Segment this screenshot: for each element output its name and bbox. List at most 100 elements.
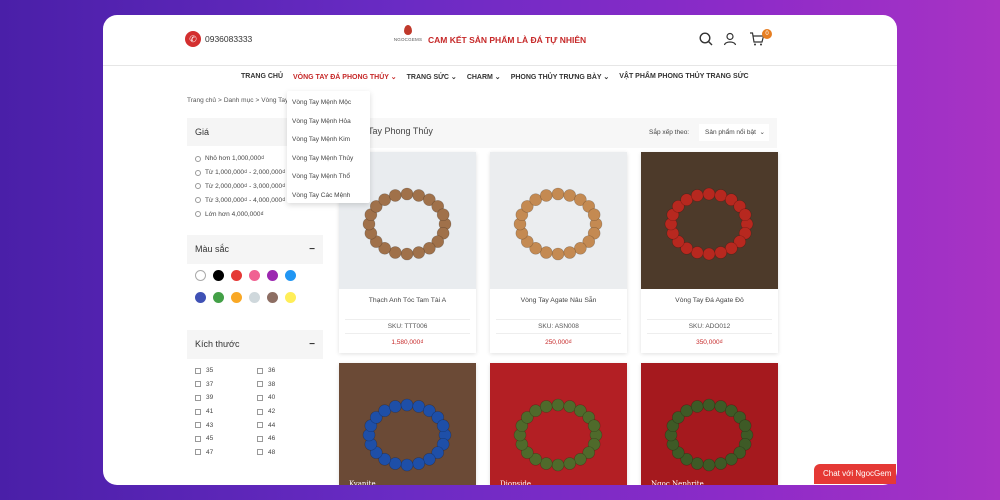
size-filter-header[interactable]: Kích thước − xyxy=(187,330,323,359)
product-name[interactable]: Vòng Tay Agate Nâu Sẫn xyxy=(490,297,627,319)
size-option[interactable]: 39 xyxy=(195,392,257,404)
color-swatch[interactable] xyxy=(249,270,260,281)
product-card[interactable]: Ngoc Nephrite xyxy=(641,363,778,485)
hotline[interactable]: ✆ 0936083333 xyxy=(185,31,252,47)
color-swatch[interactable] xyxy=(267,292,278,303)
header-slogan: CAM KẾT SẢN PHẨM LÀ ĐÁ TỰ NHIÊN xyxy=(428,35,587,45)
product-name[interactable]: Vòng Tay Đá Agate Đỏ xyxy=(641,297,778,319)
color-swatch[interactable] xyxy=(267,270,278,281)
size-option[interactable]: 48 xyxy=(257,447,319,459)
product-image[interactable] xyxy=(641,152,778,289)
user-icon[interactable] xyxy=(722,31,738,47)
size-option[interactable]: 42 xyxy=(257,406,319,418)
sort-value: Sản phẩm nổi bật xyxy=(705,129,756,136)
size-filter-panel: Kích thước − 35 36 37 38 39 40 41 42 43 44 45 46 47 4… xyxy=(187,330,323,465)
radio-icon xyxy=(195,197,201,204)
image-caption: Diopside xyxy=(500,480,532,485)
color-swatch[interactable] xyxy=(231,270,242,281)
nav-dropdown-menu: Vòng Tay Mệnh Mộc Vòng Tay Mệnh Hỏa Vòng… xyxy=(287,91,370,203)
checkbox-icon xyxy=(195,449,201,456)
product-image[interactable]: Ngoc Nephrite xyxy=(641,363,778,485)
size-label: 39 xyxy=(206,394,214,402)
product-card[interactable]: Kyanite xyxy=(339,363,476,485)
nav-charm[interactable]: CHARM ⌄ xyxy=(467,73,501,81)
color-swatch[interactable] xyxy=(195,270,206,281)
product-card[interactable]: Vòng Tay Agate Nâu Sẫn SKU: ASN008 250,000… xyxy=(490,152,627,353)
size-option[interactable]: 47 xyxy=(195,447,257,459)
dropdown-item-hoa[interactable]: Vòng Tay Mệnh Hỏa xyxy=(287,113,370,132)
product-image[interactable]: Diopside xyxy=(490,363,627,485)
product-image[interactable]: Kyanite xyxy=(339,363,476,485)
collapse-icon[interactable]: − xyxy=(309,244,315,255)
size-option[interactable]: 46 xyxy=(257,433,319,445)
image-caption: Ngoc Nephrite xyxy=(651,480,704,485)
price-option-label: Nhỏ hơn 1,000,000₫ xyxy=(205,155,265,163)
color-swatch[interactable] xyxy=(195,292,206,303)
product-card[interactable]: Diopside xyxy=(490,363,627,485)
size-option[interactable]: 38 xyxy=(257,379,319,391)
product-name[interactable]: Thạch Anh Tóc Tam Tài A xyxy=(339,297,476,319)
color-swatch[interactable] xyxy=(213,270,224,281)
chat-button[interactable]: Chat với NgocGem xyxy=(814,464,896,484)
nav-bracelets[interactable]: VÒNG TAY ĐÁ PHONG THỦY ⌄ xyxy=(293,73,397,81)
checkbox-icon xyxy=(257,381,263,388)
breadcrumb-category[interactable]: Danh mục xyxy=(224,97,254,104)
price-option-label: Từ 1,000,000₫ - 2,000,000₫ xyxy=(205,169,286,177)
size-label: 42 xyxy=(268,408,276,416)
checkbox-icon xyxy=(195,435,201,442)
browser-window: ✆ 0936083333 NGOCGEMS CAM KẾT SẢN PHẨM L… xyxy=(103,15,897,485)
color-swatch[interactable] xyxy=(285,270,296,281)
collapse-icon[interactable]: − xyxy=(309,339,315,350)
nav-jewelry[interactable]: TRANG SỨC ⌄ xyxy=(407,73,457,81)
size-option[interactable]: 45 xyxy=(195,433,257,445)
checkbox-icon xyxy=(257,394,263,401)
size-options: 35 36 37 38 39 40 41 42 43 44 45 46 47 48 xyxy=(187,359,323,465)
breadcrumb-current: Vòng Tay xyxy=(261,97,289,104)
size-label: 46 xyxy=(268,435,276,443)
size-label: 47 xyxy=(206,448,214,456)
size-label: 38 xyxy=(268,380,276,388)
dropdown-item-kim[interactable]: Vòng Tay Mệnh Kim xyxy=(287,131,370,150)
dropdown-item-cac-menh[interactable]: Vòng Tay Các Mệnh xyxy=(287,187,370,206)
nav-fengshui-display[interactable]: PHONG THỦY TRƯNG BÀY ⌄ xyxy=(511,73,610,81)
size-option[interactable]: 40 xyxy=(257,392,319,404)
dropdown-item-tho[interactable]: Vòng Tay Mệnh Thổ xyxy=(287,168,370,187)
color-swatch[interactable] xyxy=(231,292,242,303)
size-option[interactable]: 37 xyxy=(195,379,257,391)
nav-fengshui-items[interactable]: VẬT PHẨM PHONG THỦY TRANG SỨC xyxy=(619,73,748,81)
size-option[interactable]: 44 xyxy=(257,419,319,431)
price-option-label: Từ 3,000,000₫ - 4,000,000₫ xyxy=(205,196,286,204)
dropdown-item-thuy[interactable]: Vòng Tay Mệnh Thủy xyxy=(287,150,370,169)
checkbox-icon xyxy=(257,449,263,456)
price-filter-title: Giá xyxy=(195,127,210,137)
image-caption: Kyanite xyxy=(349,480,376,485)
product-image[interactable] xyxy=(490,152,627,289)
size-option[interactable]: 36 xyxy=(257,365,319,377)
product-card[interactable]: Vòng Tay Đá Agate Đỏ SKU: ADO012 350,000₫ xyxy=(641,152,778,353)
checkbox-icon xyxy=(257,422,263,429)
size-label: 41 xyxy=(206,408,214,416)
checkbox-icon xyxy=(195,381,201,388)
size-label: 45 xyxy=(206,435,214,443)
checkbox-icon xyxy=(257,435,263,442)
logo-text: NGOCGEMS xyxy=(393,37,423,42)
sort-select[interactable]: Sản phẩm nổi bật ⌄ xyxy=(699,124,769,141)
size-option[interactable]: 35 xyxy=(195,365,257,377)
size-label: 37 xyxy=(206,380,214,388)
site-logo[interactable]: NGOCGEMS xyxy=(391,25,425,42)
product-price: 350,000₫ xyxy=(696,339,723,346)
color-swatch[interactable] xyxy=(213,292,224,303)
color-swatch[interactable] xyxy=(249,292,260,303)
color-filter-header[interactable]: Màu sắc − xyxy=(187,235,323,264)
color-swatch[interactable] xyxy=(285,292,296,303)
size-option[interactable]: 43 xyxy=(195,419,257,431)
bracelet-illustration xyxy=(513,187,603,261)
search-icon[interactable] xyxy=(698,31,714,47)
dropdown-item-moc[interactable]: Vòng Tay Mệnh Mộc xyxy=(287,94,370,113)
hotline-number: 0936083333 xyxy=(205,34,253,44)
breadcrumb-home[interactable]: Trang chủ xyxy=(187,97,216,104)
price-option[interactable]: Lớn hơn 4,000,000₫ xyxy=(195,207,315,221)
header-divider xyxy=(103,65,897,66)
nav-home[interactable]: TRANG CHỦ xyxy=(241,73,283,81)
size-option[interactable]: 41 xyxy=(195,406,257,418)
